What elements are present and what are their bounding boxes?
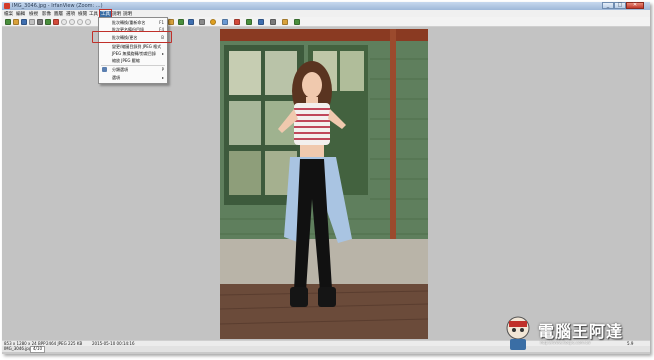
folder-icon[interactable] xyxy=(13,19,19,25)
resize-icon[interactable] xyxy=(246,19,252,25)
app-icon xyxy=(4,3,10,9)
photo-illustration xyxy=(220,29,428,339)
status-bar-secondary: IMG_3046.jpg 4/10 xyxy=(2,346,650,353)
thumbnail-icon[interactable] xyxy=(168,19,174,25)
dropdown-item-label: 縮放 JPEG 壓縮 xyxy=(112,58,140,63)
slideshow-icon[interactable] xyxy=(53,19,59,25)
dropdown-item-shortcut: F1 xyxy=(159,20,164,25)
delete-icon[interactable] xyxy=(29,19,35,25)
dropdown-item[interactable]: 縮放 JPEG 壓縮 xyxy=(99,57,167,64)
dropdown-item-label: JPEG 無損旋轉/剪裁目錄 xyxy=(112,51,156,56)
fullscreen-icon[interactable] xyxy=(258,19,264,25)
submenu-arrow-icon: ▸ xyxy=(161,75,164,80)
copy-icon[interactable] xyxy=(270,19,276,25)
print-icon[interactable] xyxy=(37,19,43,25)
dropdown-item[interactable]: 批次轉換/重新命名 F1 xyxy=(99,19,167,26)
minimize-button[interactable]: _ xyxy=(602,2,614,9)
about-icon[interactable] xyxy=(294,19,300,25)
zoom-in-icon[interactable] xyxy=(61,19,67,25)
window-title: IMG_3046.jpg - IrfanView (Zoom: ...) xyxy=(12,3,103,9)
paste-icon[interactable] xyxy=(282,19,288,25)
category-icon xyxy=(102,67,107,72)
submenu-arrow-icon: ▸ xyxy=(161,51,164,56)
effects-icon[interactable] xyxy=(222,19,228,25)
dropdown-item[interactable]: 選項 ▸ xyxy=(99,74,167,81)
dropdown-item-label: 變更/縮圖目錄到 JPEG 格式 xyxy=(112,44,162,49)
rotate-right-icon[interactable] xyxy=(188,19,194,25)
dropdown-item-shortcut: P xyxy=(161,67,164,72)
tools-dropdown-menu: 批次轉換/重新命名 F1 批次更名備份目錄 F4 批次轉換/更名 B 變更/縮圖… xyxy=(98,17,168,84)
photo xyxy=(220,29,428,339)
highlight-annotation-box xyxy=(92,31,172,43)
prev-icon[interactable] xyxy=(77,19,83,25)
screenshot-frame: IMG_3046.jpg - IrfanView (Zoom: ...) _ □… xyxy=(2,2,650,354)
crop-icon[interactable] xyxy=(234,19,240,25)
status-page[interactable]: 4/10 xyxy=(30,346,45,353)
open-icon[interactable] xyxy=(5,19,11,25)
scan-icon[interactable] xyxy=(45,19,51,25)
watermark-url: http://www.kocpc.com.tw xyxy=(540,340,591,345)
zoom-out-icon[interactable] xyxy=(69,19,75,25)
maximize-button[interactable]: □ xyxy=(614,2,626,9)
dropdown-item[interactable]: 分類選項 P xyxy=(99,66,167,73)
rotate-left-icon[interactable] xyxy=(178,19,184,25)
next-icon[interactable] xyxy=(85,19,91,25)
close-button[interactable]: ✕ xyxy=(626,2,644,9)
save-icon[interactable] xyxy=(21,19,27,25)
watermark-mascot-icon xyxy=(506,316,530,350)
dropdown-item[interactable]: 變更/縮圖目錄到 JPEG 格式 xyxy=(99,43,167,50)
watermark-text: 電腦王阿達 xyxy=(538,322,624,341)
dropdown-item-label: 批次轉換/重新命名 xyxy=(112,20,146,25)
settings-icon[interactable] xyxy=(210,19,216,25)
dropdown-item-label: 選項 xyxy=(112,75,120,80)
dropdown-item-label: 分類選項 xyxy=(112,67,128,72)
info-icon[interactable] xyxy=(199,19,205,25)
dropdown-item[interactable]: JPEG 無損旋轉/剪裁目錄 ▸ xyxy=(99,50,167,57)
status-filename: IMG_3046.jpg xyxy=(4,346,32,351)
